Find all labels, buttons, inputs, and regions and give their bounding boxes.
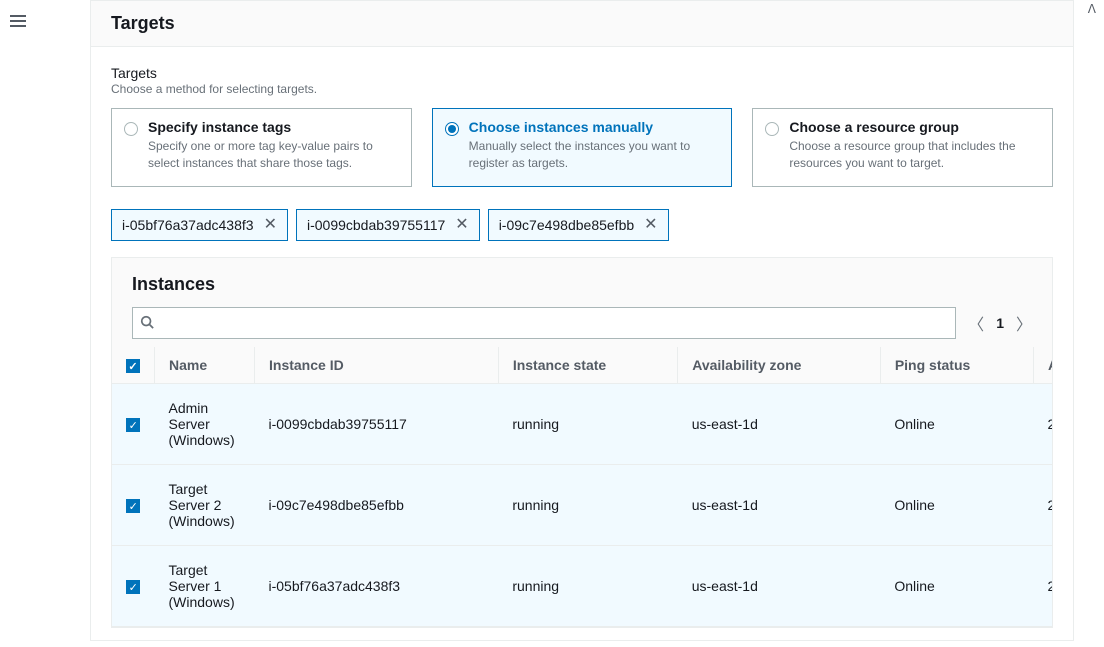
next-page-icon[interactable]: 〉 xyxy=(1016,311,1032,335)
cell-ping: Online xyxy=(880,546,1033,627)
cell-ping: Online xyxy=(880,465,1033,546)
instance-token[interactable]: i-0099cbdab39755117 ✕ xyxy=(296,209,480,241)
cell-state: running xyxy=(498,546,677,627)
col-instance-id[interactable]: Instance ID xyxy=(255,347,499,384)
tile-resource-group[interactable]: Choose a resource group Choose a resourc… xyxy=(752,108,1053,187)
tile-specify-tags[interactable]: Specify instance tags Specify one or mor… xyxy=(111,108,412,187)
search-icon xyxy=(140,315,154,332)
instances-table: ✓ Name Instance ID Instance state Availa… xyxy=(112,347,1052,628)
cell-state: running xyxy=(498,465,677,546)
instances-table-scroll[interactable]: ✓ Name Instance ID Instance state Availa… xyxy=(112,347,1052,628)
row-checkbox[interactable]: ✓ xyxy=(126,499,140,513)
close-icon[interactable]: ✕ xyxy=(264,217,277,233)
instance-token[interactable]: i-09c7e498dbe85efbb ✕ xyxy=(488,209,669,241)
token-label: i-05bf76a37adc438f3 xyxy=(122,217,254,233)
cell-name: Target Server 1 (Windows) xyxy=(155,546,255,627)
radio-icon xyxy=(124,122,138,136)
search-input[interactable] xyxy=(132,307,956,339)
col-az[interactable]: Availability zone xyxy=(678,347,881,384)
tile-desc: Specify one or more tag key-value pairs … xyxy=(148,138,399,172)
instance-token[interactable]: i-05bf76a37adc438f3 ✕ xyxy=(111,209,288,241)
menu-icon[interactable] xyxy=(10,12,26,30)
cell-az: us-east-1d xyxy=(678,465,881,546)
cell-name: Admin Server (Windows) xyxy=(155,384,255,465)
prev-page-icon[interactable]: 〈 xyxy=(968,311,984,335)
tile-desc: Choose a resource group that includes th… xyxy=(789,138,1040,172)
section-subtitle: Choose a method for selecting targets. xyxy=(111,82,1053,96)
page-title: Targets xyxy=(111,13,1053,34)
radio-icon xyxy=(445,122,459,136)
col-ping[interactable]: Ping status xyxy=(880,347,1033,384)
selected-instance-tokens: i-05bf76a37adc438f3 ✕ i-0099cbdab3975511… xyxy=(111,209,1053,241)
token-label: i-0099cbdab39755117 xyxy=(307,217,445,233)
close-icon[interactable]: ✕ xyxy=(455,217,468,233)
search-container xyxy=(132,307,956,339)
collapse-caret-icon[interactable]: ᐱ xyxy=(1088,2,1096,16)
instances-title: Instances xyxy=(112,274,1052,295)
instances-panel: Instances 〈 1 〉 xyxy=(111,257,1053,629)
tile-desc: Manually select the instances you want t… xyxy=(469,138,720,172)
tile-title: Specify instance tags xyxy=(148,119,399,135)
pagination: 〈 1 〉 xyxy=(968,311,1032,335)
cell-agent: 2.3.814.0 xyxy=(1033,546,1052,627)
cell-id: i-09c7e498dbe85efbb xyxy=(255,465,499,546)
row-checkbox[interactable]: ✓ xyxy=(126,418,140,432)
col-agent[interactable]: Agent ve xyxy=(1033,347,1052,384)
panel-header: Targets xyxy=(90,0,1074,47)
radio-icon xyxy=(765,122,779,136)
cell-az: us-east-1d xyxy=(678,384,881,465)
target-method-tiles: Specify instance tags Specify one or mor… xyxy=(111,108,1053,187)
section-title: Targets xyxy=(111,65,1053,81)
cell-state: running xyxy=(498,384,677,465)
tile-title: Choose instances manually xyxy=(469,119,720,135)
page-number: 1 xyxy=(996,315,1004,331)
close-icon[interactable]: ✕ xyxy=(644,217,657,233)
row-checkbox[interactable]: ✓ xyxy=(126,580,140,594)
tile-choose-manually[interactable]: Choose instances manually Manually selec… xyxy=(432,108,733,187)
table-row[interactable]: ✓ Admin Server (Windows) i-0099cbdab3975… xyxy=(112,384,1052,465)
tile-title: Choose a resource group xyxy=(789,119,1040,135)
token-label: i-09c7e498dbe85efbb xyxy=(499,217,634,233)
table-row[interactable]: ✓ Target Server 2 (Windows) i-09c7e498db… xyxy=(112,465,1052,546)
col-state[interactable]: Instance state xyxy=(498,347,677,384)
cell-id: i-0099cbdab39755117 xyxy=(255,384,499,465)
cell-name: Target Server 2 (Windows) xyxy=(155,465,255,546)
cell-ping: Online xyxy=(880,384,1033,465)
table-row[interactable]: ✓ Target Server 1 (Windows) i-05bf76a37a… xyxy=(112,546,1052,627)
cell-az: us-east-1d xyxy=(678,546,881,627)
select-all-checkbox[interactable]: ✓ xyxy=(126,359,140,373)
cell-id: i-05bf76a37adc438f3 xyxy=(255,546,499,627)
col-name[interactable]: Name xyxy=(155,347,255,384)
cell-agent: 2.3.814.0 xyxy=(1033,384,1052,465)
cell-agent: 2.3.814.0 xyxy=(1033,465,1052,546)
